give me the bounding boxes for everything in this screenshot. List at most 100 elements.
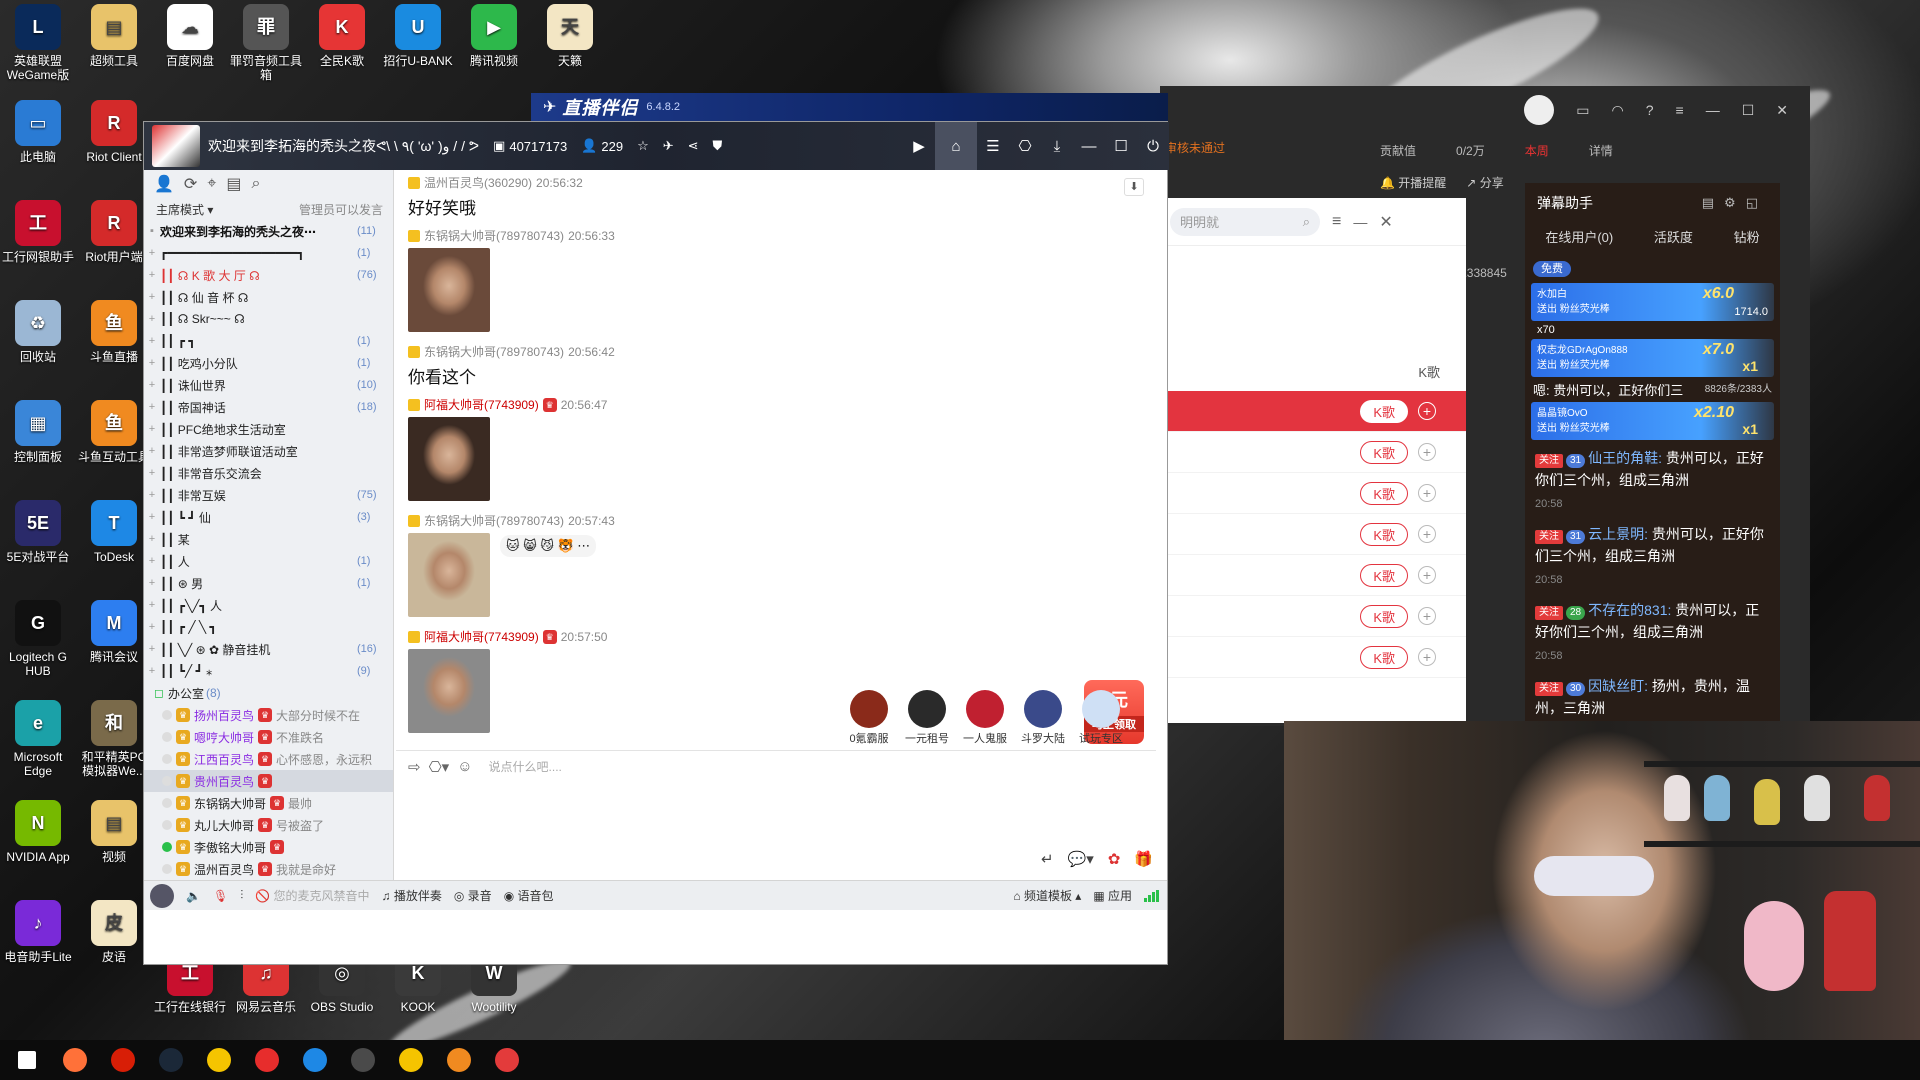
enter-icon[interactable]: ↵: [1041, 850, 1054, 868]
expand-icon[interactable]: +: [144, 313, 160, 325]
taskbar-circle-app-icon[interactable]: [202, 1043, 236, 1077]
location-icon[interactable]: ⌖: [207, 175, 216, 193]
channel-item[interactable]: + ┃┃ ┏ ┓ (1): [144, 330, 393, 352]
reminder-button[interactable]: 🔔 开播提醒: [1380, 174, 1446, 191]
message-sender[interactable]: 东锅锅大帅哥(789780743): [424, 512, 564, 529]
record-button[interactable]: ◎ 录音: [454, 887, 492, 904]
follow-tag[interactable]: 关注: [1535, 682, 1563, 696]
channel-item[interactable]: + ┃┃ 人 (1): [144, 550, 393, 572]
desktop-icon[interactable]: ▭ 此电脑: [0, 100, 76, 164]
emoji-reactions[interactable]: 🐱 😸 😼 🐯 ⋯: [500, 535, 597, 557]
expand-icon[interactable]: +: [144, 401, 160, 413]
expand-icon[interactable]: +: [144, 665, 160, 677]
message-sender[interactable]: 东锅锅大帅哥(789780743): [424, 343, 564, 360]
channel-item[interactable]: + ┃┃ ┏ ╱ ╲ ┓: [144, 616, 393, 638]
minimize-icon[interactable]: —: [1353, 214, 1367, 230]
desktop-icon[interactable]: R Riot Client: [76, 100, 152, 164]
expand-icon[interactable]: +: [144, 621, 160, 633]
expand-icon[interactable]: +: [144, 291, 160, 303]
follow-tag[interactable]: 关注: [1535, 606, 1563, 620]
song-row[interactable]: K歌 +: [1158, 473, 1466, 514]
add-song-icon[interactable]: +: [1418, 648, 1436, 666]
user-item[interactable]: ♛ 嗯哼大帅哥 ♛ 不准跌名: [144, 726, 393, 748]
taskbar-douyu-icon[interactable]: [442, 1043, 476, 1077]
desktop-icon[interactable]: M 腾讯会议: [76, 600, 152, 664]
message-sender[interactable]: 阿福大帅哥(7743909): [424, 396, 539, 413]
favorite-icon[interactable]: ☆: [637, 138, 649, 154]
message-sender[interactable]: 阿福大帅哥(7743909): [424, 628, 539, 645]
channel-item[interactable]: + ┏━━━━━━━━━━━━━━━━━━┓ (1): [144, 242, 393, 264]
taskbar-netease-music-icon[interactable]: [250, 1043, 284, 1077]
mode-dropdown[interactable]: 主席模式 ▾: [156, 201, 213, 218]
desktop-icon[interactable]: 鱼斗鱼直播: [76, 300, 152, 364]
tab-activity[interactable]: 活跃度: [1654, 227, 1693, 246]
desktop-icon[interactable]: 天天籁: [532, 4, 608, 68]
add-song-icon[interactable]: +: [1418, 566, 1436, 584]
danmu-tool-icons[interactable]: ▤⚙◱: [1702, 195, 1768, 211]
desktop-icon[interactable]: ▦ 控制面板: [0, 400, 76, 464]
message-sender[interactable]: 东锅锅大帅哥(789780743): [424, 227, 564, 244]
download-icon[interactable]: ⤓: [1041, 130, 1073, 162]
tab-online-users[interactable]: 在线用户(0): [1545, 227, 1613, 246]
channel-office[interactable]: ◻ 办公室 (8): [144, 682, 393, 704]
channel-item[interactable]: + ┃┃ ⊛ 男 (1): [144, 572, 393, 594]
channel-item[interactable]: + ┃┃ 吃鸡小分队 (1): [144, 352, 393, 374]
channel-item[interactable]: + ┃┃ ┏╲╱┓ 人: [144, 594, 393, 616]
add-song-icon[interactable]: +: [1418, 484, 1436, 502]
channel-item[interactable]: ▪ 欢迎来到李拓海的秃头之夜⋯ (11): [144, 220, 393, 242]
taskbar-windows-start-icon[interactable]: [10, 1043, 44, 1077]
expand-icon[interactable]: +: [144, 379, 160, 391]
message-image[interactable]: [408, 248, 490, 332]
gamepad-icon[interactable]: ⎔▾: [429, 758, 450, 776]
search-icon[interactable]: ⌕: [1303, 214, 1310, 230]
emoji-search-icon[interactable]: ☺: [457, 758, 472, 775]
add-song-icon[interactable]: +: [1418, 402, 1436, 420]
expand-icon[interactable]: +: [144, 599, 160, 611]
desktop-icon[interactable]: R Riot用户端: [76, 200, 152, 264]
gift-icon[interactable]: 🎁: [1134, 850, 1153, 868]
message-image[interactable]: [408, 533, 490, 617]
row1-right2[interactable]: 详情: [1589, 142, 1613, 159]
tab-diamond-fans[interactable]: 钻粉: [1734, 227, 1760, 246]
ksong-button[interactable]: K歌: [1360, 440, 1408, 464]
taskbar-penguin-app-icon[interactable]: [490, 1043, 524, 1077]
channel-item[interactable]: + ┃┃ 非常音乐交流会: [144, 462, 393, 484]
taskbar-owl-app-icon[interactable]: [394, 1043, 428, 1077]
desktop-icon[interactable]: 5E 5E对战平台: [0, 500, 76, 564]
game-promo-item[interactable]: 0氪霸服: [846, 690, 892, 746]
minimize-icon[interactable]: —: [1073, 130, 1105, 162]
channel-item[interactable]: + ┃┃ 某: [144, 528, 393, 550]
user-item[interactable]: ♛ 东锅锅大帅哥 ♛ 最帅: [144, 792, 393, 814]
music-button[interactable]: ♫ 播放伴奏: [382, 887, 442, 904]
taskbar-screen-app-icon[interactable]: [346, 1043, 380, 1077]
desktop-icon[interactable]: ▶ 腾讯视频: [456, 4, 532, 68]
taskbar-steam-icon[interactable]: [154, 1043, 188, 1077]
channel-item[interactable]: + ┃┃ ☊ Skr~~~ ☊: [144, 308, 393, 330]
desktop-icon[interactable]: U 招行U-BANK: [380, 4, 456, 68]
search-icon[interactable]: ⌕: [251, 175, 260, 193]
follow-tag[interactable]: 关注: [1535, 454, 1563, 468]
channel-item[interactable]: + ┃┃ ┗╱ ┛ ⁎ (9): [144, 660, 393, 682]
add-song-icon[interactable]: +: [1418, 525, 1436, 543]
share-button[interactable]: ↗ 分享: [1466, 174, 1503, 191]
expand-icon[interactable]: +: [144, 357, 160, 369]
user-item[interactable]: ♛ 丸儿大帅哥 ♛ 号被盗了: [144, 814, 393, 836]
menu-icon[interactable]: ≡: [1332, 213, 1341, 231]
song-row[interactable]: K歌 +: [1158, 555, 1466, 596]
avatar[interactable]: [1524, 95, 1555, 125]
close-icon[interactable]: ✕: [1776, 102, 1788, 119]
ksong-search-input[interactable]: 明明就 ⌕: [1170, 207, 1320, 236]
game-promo-item[interactable]: 试玩专区: [1078, 690, 1124, 746]
home-icon[interactable]: ⌂: [935, 122, 977, 170]
share-icon[interactable]: ⋖: [688, 138, 699, 154]
headset-icon[interactable]: ◠: [1612, 102, 1624, 119]
power-icon[interactable]: ⏻: [1137, 130, 1169, 162]
song-row[interactable]: K歌 +: [1158, 514, 1466, 555]
user-item[interactable]: ♛ 江西百灵鸟 ♛ 心怀感恩，永远积: [144, 748, 393, 770]
desktop-icon[interactable]: ♪ 电音助手Lite: [0, 900, 76, 964]
desktop-icon[interactable]: 皮皮语: [76, 900, 152, 964]
message-image[interactable]: [408, 649, 490, 733]
desktop-icon[interactable]: ☁ 百度网盘: [152, 4, 228, 68]
ksong-button[interactable]: K歌: [1360, 399, 1408, 423]
add-song-icon[interactable]: +: [1418, 607, 1436, 625]
